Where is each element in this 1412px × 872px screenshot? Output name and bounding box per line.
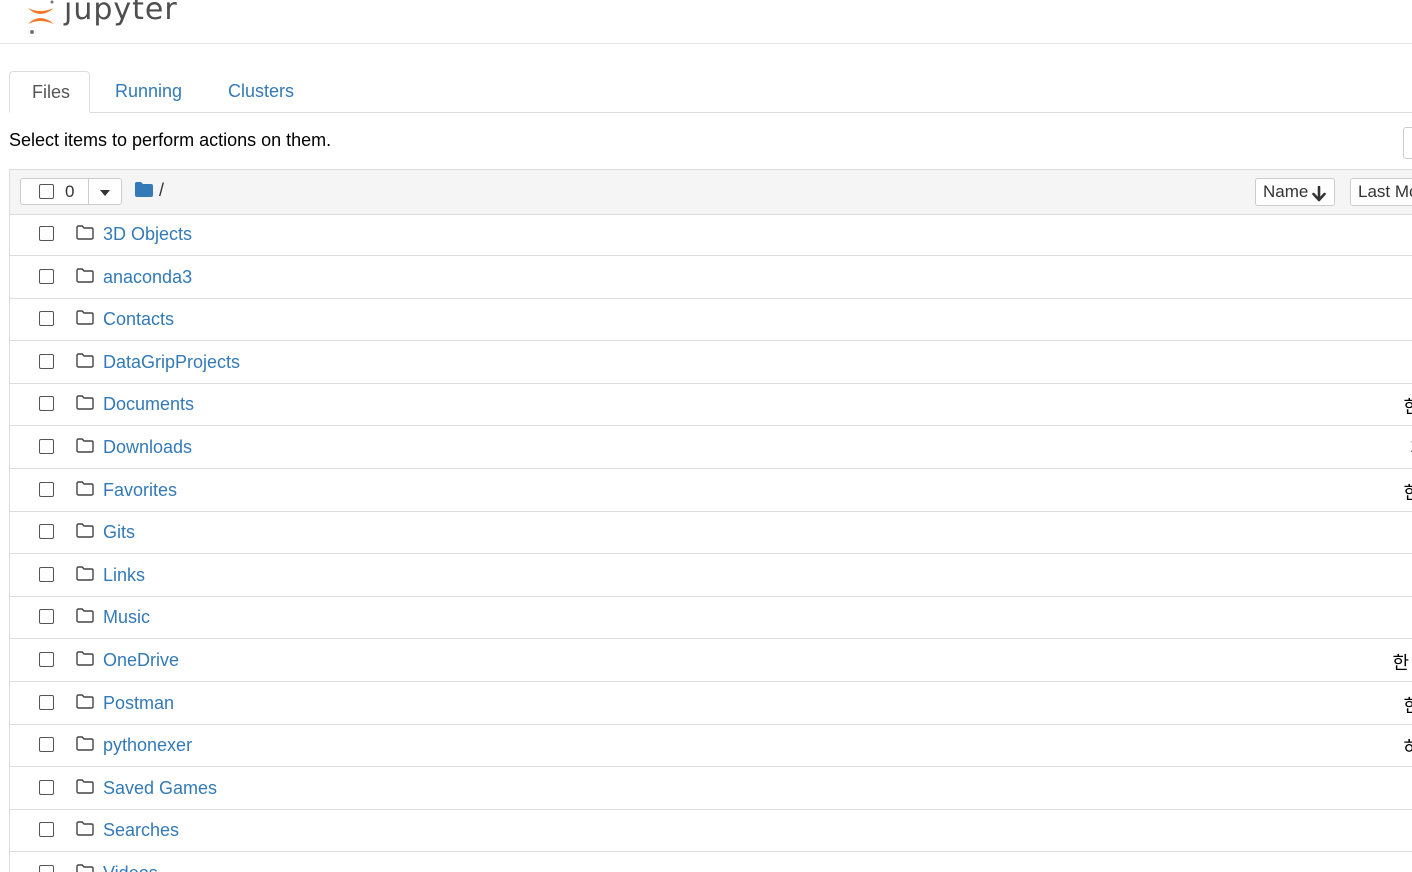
folder-icon [76, 438, 94, 458]
table-row[interactable]: anaconda3 [10, 257, 1412, 299]
folder-icon [76, 779, 94, 799]
selected-count: 0 [65, 182, 75, 201]
list-toolbar: 0 / Name Last M [10, 170, 1412, 215]
item-name-link[interactable]: DataGripProjects [103, 352, 240, 373]
sort-modified-label: Last Mo [1358, 182, 1412, 201]
item-name-link[interactable]: Contacts [103, 309, 174, 330]
item-modified: 1 [1380, 436, 1412, 457]
folder-icon [76, 651, 94, 671]
item-name-link[interactable]: 3D Objects [103, 224, 192, 245]
row-checkbox[interactable] [39, 396, 54, 412]
sort-by-modified-button[interactable]: Last Mo [1350, 178, 1412, 206]
table-row[interactable]: Favorites 한 [10, 470, 1412, 512]
divider [88, 179, 89, 204]
breadcrumb-root[interactable]: / [159, 180, 164, 201]
item-name-link[interactable]: anaconda3 [103, 267, 192, 288]
table-row[interactable]: Postman 한 [10, 683, 1412, 725]
item-name-link[interactable]: Gits [103, 522, 135, 543]
folder-icon [76, 864, 94, 872]
header: jupyter [0, 0, 1412, 44]
folder-icon [76, 523, 94, 543]
item-name-link[interactable]: Downloads [103, 437, 192, 458]
row-checkbox[interactable] [39, 737, 54, 753]
table-row[interactable]: Links [10, 555, 1412, 597]
table-row[interactable]: Contacts [10, 299, 1412, 342]
item-name-link[interactable]: Documents [103, 394, 194, 415]
folder-icon [76, 693, 94, 714]
select-all-checkbox[interactable] [39, 184, 54, 199]
row-checkbox[interactable] [39, 353, 54, 369]
table-row[interactable]: Documents 한 [10, 384, 1412, 427]
table-row[interactable]: OneDrive 한 · [10, 640, 1412, 682]
table-row[interactable]: Searches [10, 810, 1412, 853]
item-name-link[interactable]: Music [103, 607, 150, 628]
table-row[interactable]: DataGripProjects [10, 342, 1412, 384]
folder-icon [76, 395, 94, 415]
jupyter-file-browser: jupyter Files Running Clusters Select it… [0, 0, 1412, 872]
row-checkbox[interactable] [39, 268, 54, 284]
row-checkbox[interactable] [39, 481, 54, 497]
row-checkbox[interactable] [39, 566, 54, 582]
folder-icon [76, 821, 94, 841]
item-modified: 한 [1403, 482, 1412, 503]
arrow-down-icon [1312, 184, 1326, 210]
item-modified: 한 [1403, 397, 1412, 418]
select-all-group[interactable]: 0 [20, 178, 122, 205]
item-modified: 하 [1403, 738, 1412, 759]
row-checkbox[interactable] [39, 694, 54, 710]
tab-clusters[interactable]: Clusters [206, 71, 316, 112]
sort-name-label: Name [1263, 182, 1309, 201]
row-checkbox[interactable] [39, 865, 54, 872]
table-row[interactable]: 3D Objects [10, 214, 1412, 256]
folder-icon [76, 608, 94, 628]
table-row[interactable]: Downloads 1 [10, 427, 1412, 469]
row-checkbox[interactable] [39, 311, 54, 327]
table-row[interactable]: Music [10, 597, 1412, 640]
table-row[interactable]: Videos [10, 853, 1412, 872]
table-row[interactable]: Saved Games [10, 768, 1412, 810]
item-name-link[interactable]: Saved Games [103, 778, 217, 799]
row-checkbox[interactable] [39, 226, 54, 241]
item-name-link[interactable]: pythonexer [103, 735, 192, 756]
table-row[interactable]: Gits [10, 512, 1412, 555]
row-checkbox[interactable] [39, 779, 54, 795]
row-checkbox[interactable] [39, 439, 54, 454]
logo-text[interactable]: jupyter [64, 0, 178, 27]
chevron-down-icon[interactable] [100, 190, 110, 196]
folder-icon [76, 353, 94, 373]
tab-bar: Files Running Clusters [9, 71, 1412, 113]
sort-by-name-button[interactable]: Name [1255, 178, 1335, 206]
item-modified: 한 · [1392, 653, 1412, 673]
table-row[interactable]: pythonexer 하 [10, 725, 1412, 768]
instructions-text: Select items to perform actions on them. [9, 130, 332, 150]
item-name-link[interactable]: Links [103, 565, 145, 586]
tab-files[interactable]: Files [9, 71, 90, 113]
row-checkbox[interactable] [39, 609, 54, 625]
row-checkbox[interactable] [39, 822, 54, 838]
folder-icon [76, 267, 94, 288]
row-checkbox[interactable] [39, 652, 54, 667]
item-modified: 한 [1403, 695, 1412, 716]
folder-icon [76, 480, 94, 501]
folder-icon [76, 225, 94, 245]
row-checkbox[interactable] [39, 524, 54, 540]
item-name-link[interactable]: OneDrive [103, 650, 179, 671]
file-list: 0 / Name Last M 3D Objects anaconda3 Con… [9, 169, 1412, 872]
item-name-link[interactable]: Searches [103, 820, 179, 841]
folder-icon [76, 566, 94, 586]
folder-icon [76, 736, 94, 756]
jupyter-logo-icon[interactable] [24, 0, 60, 38]
item-name-link[interactable]: Postman [103, 693, 174, 714]
upload-button[interactable] [1403, 127, 1412, 159]
item-name-link[interactable]: Favorites [103, 480, 177, 501]
item-name-link[interactable]: Videos [103, 863, 158, 872]
tab-running[interactable]: Running [93, 71, 204, 112]
folder-solid-icon[interactable] [135, 182, 153, 202]
folder-icon [76, 310, 94, 330]
